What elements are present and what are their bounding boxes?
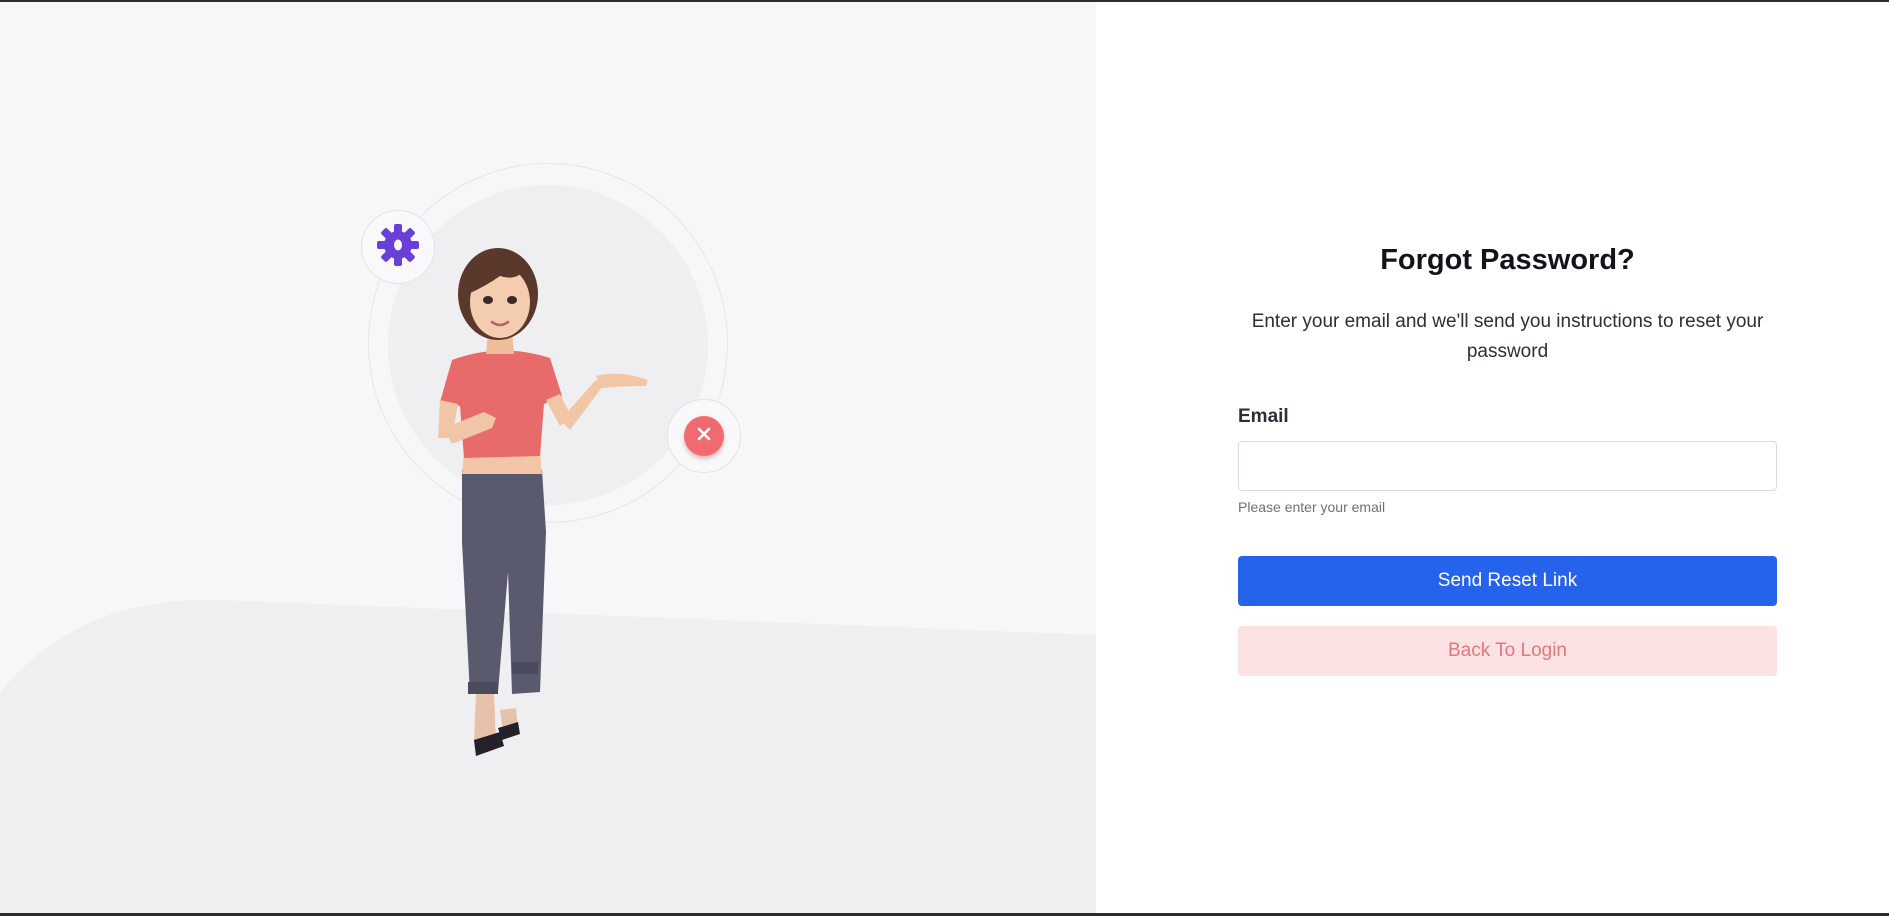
page: Forgot Password? Enter your email and we… — [0, 0, 1889, 916]
email-label: Email — [1238, 406, 1289, 427]
page-inner: Forgot Password? Enter your email and we… — [0, 2, 1889, 913]
email-field[interactable] — [1238, 441, 1777, 491]
illustration-panel — [0, 2, 1096, 913]
email-hint: Please enter your email — [1238, 499, 1386, 515]
woman-illustration — [438, 248, 648, 756]
close-dot — [684, 416, 724, 456]
back-to-login-button[interactable]: Back To Login — [1238, 626, 1777, 676]
page-title: Forgot Password? — [1380, 244, 1635, 276]
form-panel: Forgot Password? Enter your email and we… — [1096, 2, 1889, 913]
send-reset-link-button[interactable]: Send Reset Link — [1238, 556, 1777, 606]
forgot-password-form: Forgot Password? Enter your email and we… — [1238, 238, 1777, 676]
close-icon — [696, 426, 712, 447]
page-subtitle: Enter your email and we'll send you inst… — [1251, 311, 1764, 362]
